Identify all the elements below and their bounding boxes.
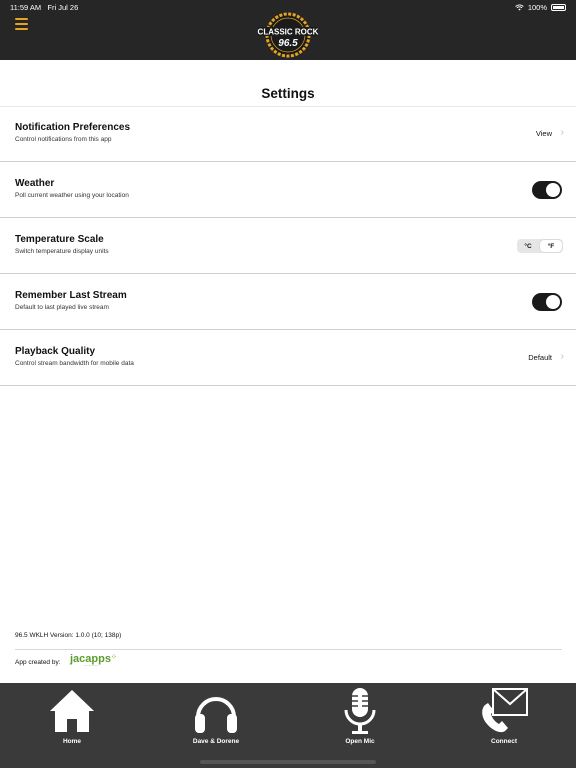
tab-label: Dave & Dorene (192, 738, 240, 745)
tab-open-mic[interactable]: Open Mic (288, 683, 432, 751)
microphone-icon (344, 688, 376, 734)
row-title: Temperature Scale (15, 234, 104, 245)
status-indicators: 100% (515, 3, 566, 12)
row-value: Default (528, 353, 552, 362)
jacapps-logo[interactable]: jacapps⁘ ~~~~~~~~ (70, 653, 117, 667)
tab-label: Home (62, 738, 82, 745)
battery-percent: 100% (527, 3, 547, 12)
fahrenheit-option[interactable]: °F (540, 240, 562, 252)
weather-row: Weather Poll current weather using your … (0, 162, 576, 218)
row-subtitle: Default to last played live stream (15, 304, 109, 311)
headphones-icon (195, 697, 237, 733)
remember-last-stream-row: Remember Last Stream Default to last pla… (0, 274, 576, 330)
page-title: Settings (261, 86, 315, 101)
row-title: Notification Preferences (15, 122, 131, 133)
tab-connect[interactable]: Connect (432, 683, 576, 751)
footer-divider (15, 649, 562, 650)
row-subtitle: Control notifications from this app (15, 136, 112, 143)
status-time: 11:59 AM Fri Jul 26 (10, 3, 78, 12)
row-value: View (535, 129, 552, 138)
weather-toggle[interactable] (532, 181, 562, 199)
created-by-label: App created by: (15, 659, 61, 666)
status-date: Fri Jul 26 (47, 3, 79, 12)
home-indicator[interactable] (200, 760, 376, 764)
row-title: Remember Last Stream (15, 290, 127, 301)
remember-stream-toggle[interactable] (532, 293, 562, 311)
battery-icon (551, 4, 566, 11)
tab-home[interactable]: Home (0, 683, 144, 751)
status-clock: 11:59 AM (10, 3, 42, 12)
logo-frequency-text: 96.5 (278, 38, 298, 49)
logo-dots-icon: ⁘ (110, 654, 117, 661)
station-logo: CLASSIC ROCK 96.5 (258, 12, 319, 58)
bottom-tab-bar: Home Dave & Dorene Open Mic Connect (0, 683, 576, 768)
playback-quality-row[interactable]: Playback Quality Control stream bandwidt… (0, 330, 576, 386)
phone-mail-icon (482, 688, 528, 733)
notification-preferences-row[interactable]: Notification Preferences Control notific… (0, 106, 576, 162)
row-subtitle: Poll current weather using your location (15, 192, 129, 199)
row-title: Playback Quality (15, 346, 96, 357)
tab-label: Connect (491, 738, 517, 745)
home-icon (50, 690, 94, 732)
chevron-right-icon: › (560, 351, 564, 362)
tab-dave-dorene[interactable]: Dave & Dorene (144, 683, 288, 751)
hamburger-menu-button[interactable] (15, 18, 28, 30)
row-subtitle: Control stream bandwidth for mobile data (15, 360, 134, 367)
temperature-scale-row: Temperature Scale Switch temperature dis… (0, 218, 576, 274)
row-title: Weather (15, 178, 55, 189)
row-subtitle: Switch temperature display units (15, 248, 109, 255)
logo-title-text: CLASSIC ROCK (258, 28, 319, 37)
celsius-option[interactable]: °C (517, 239, 539, 253)
chevron-right-icon: › (560, 127, 564, 138)
wifi-icon (515, 4, 524, 11)
tab-label: Open Mic (345, 738, 375, 745)
temperature-unit-selector: °C °F (517, 239, 563, 253)
app-version: 96.5 WKLH Version: 1.0.0 (10; 138p) (15, 632, 122, 639)
top-bar: 11:59 AM Fri Jul 26 100% CLASSIC ROCK 96… (0, 0, 576, 60)
